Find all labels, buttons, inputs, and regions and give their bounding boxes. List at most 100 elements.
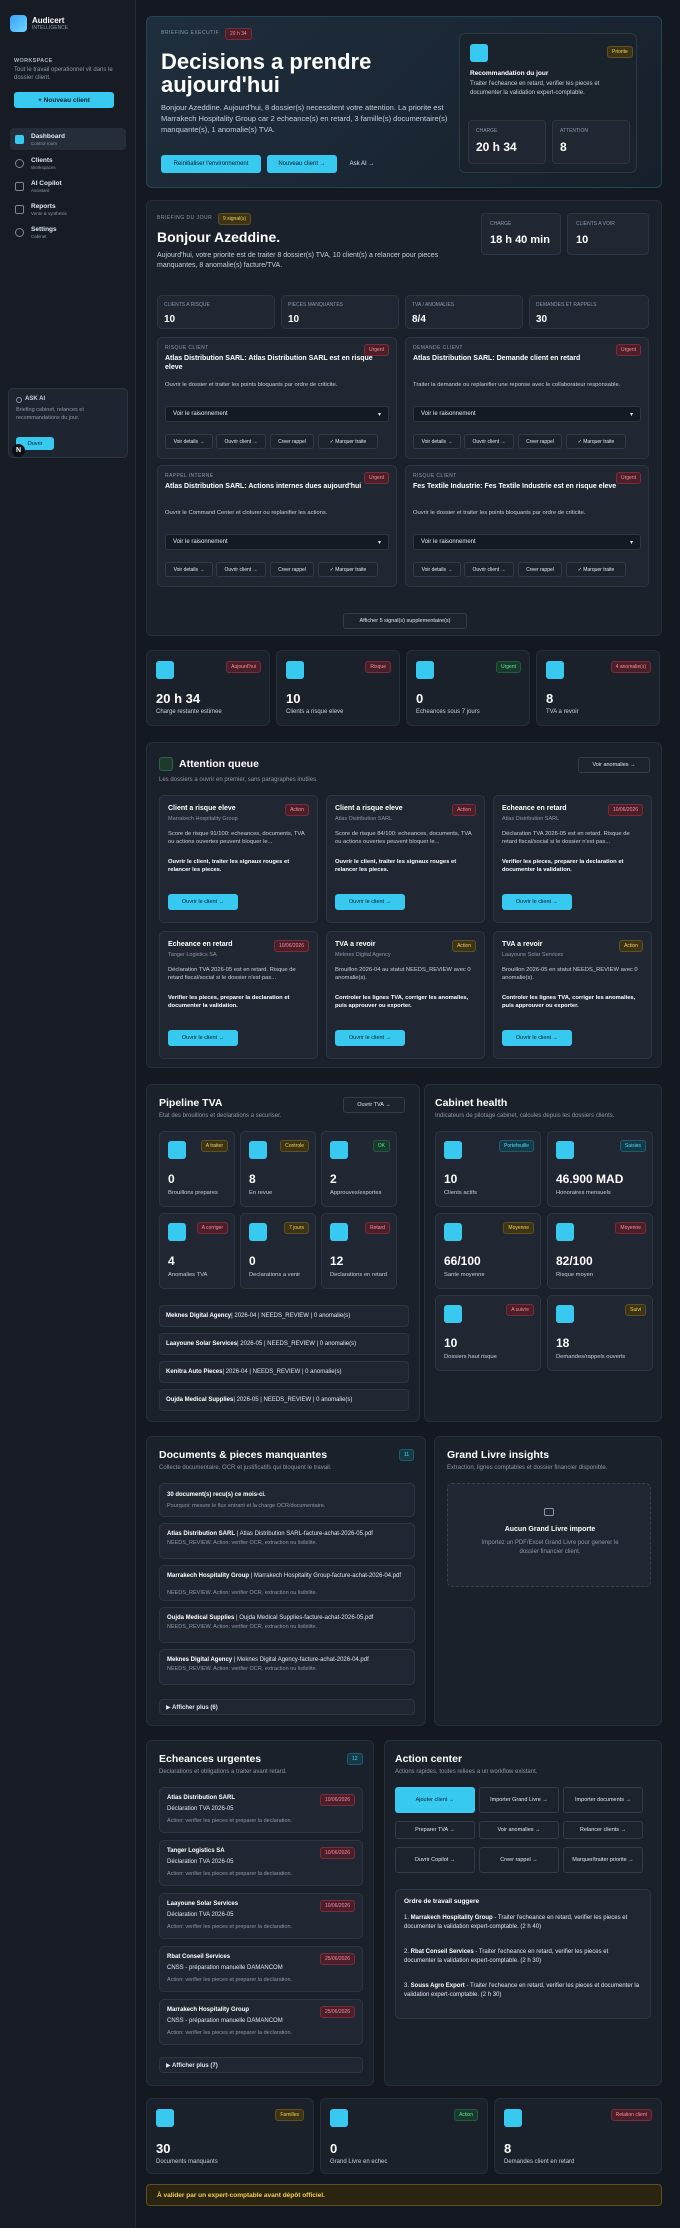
due-item[interactable]: Laayoune Solar Services 10/06/2026 Déclara… xyxy=(159,1893,363,1939)
show-more-due[interactable]: ▶ Afficher plus (7) xyxy=(159,2057,363,2073)
mark-done-button[interactable]: ✓ Marquer traite xyxy=(318,434,378,449)
open-client-button[interactable]: Ouvrir le client → xyxy=(335,1030,405,1046)
create-reminder-button[interactable]: Creer rappel xyxy=(270,434,314,449)
pipeline-row[interactable]: Meknes Digital Agency | 2026-04 | NEEDS_… xyxy=(159,1305,409,1327)
reasoning-label: Voir le raisonnement xyxy=(421,539,476,545)
briefing-label: BRIEFING DU JOUR xyxy=(157,215,213,221)
import-gl-button[interactable]: Importer Grand Livre → xyxy=(479,1787,559,1813)
work-order-card: Ordre de travail suggere 1. Marrakech Ho… xyxy=(395,1889,651,2019)
stat-label: Charge restante estimee xyxy=(156,709,222,715)
open-client-button[interactable]: Ouvrir le client → xyxy=(502,1030,572,1046)
document-name: Marrakech Hospitality Group | Marrakech … xyxy=(167,1572,407,1580)
mark-priority-button[interactable]: Marquer/traiter priorite → xyxy=(563,1847,643,1873)
view-details-button[interactable]: Voir details → xyxy=(413,434,461,449)
stat-value: 30 xyxy=(156,2141,171,2156)
document-file: | Oujda Medical Supplies-facture-achat-2… xyxy=(234,1615,374,1621)
reasoning-toggle[interactable]: Voir le raisonnement ▾ xyxy=(413,406,641,422)
avatar[interactable]: N xyxy=(12,444,25,457)
metric-pill: A suivre xyxy=(506,1304,534,1316)
create-reminder-button[interactable]: Creer rappel → xyxy=(479,1847,559,1873)
pipeline-row[interactable]: Oujda Medical Supplies | 2026-05 | NEEDS… xyxy=(159,1389,409,1411)
metric-icon xyxy=(249,1141,267,1159)
new-client-button[interactable]: Nouveau client → xyxy=(267,155,337,173)
order-number: 1. xyxy=(404,1915,411,1921)
metric-icon xyxy=(556,1223,574,1241)
documents-panel: Documents & pieces manquantes Collecte d… xyxy=(146,1436,426,1726)
reset-environment-button[interactable]: Reinitialiser l'environnement xyxy=(161,155,261,173)
open-client-button[interactable]: Ouvrir le client → xyxy=(168,894,238,910)
stat-value: 10 xyxy=(286,691,301,706)
document-item[interactable]: Oujda Medical Supplies | Oujda Medical S… xyxy=(159,1607,415,1643)
attention-card-title: Client a risque eleve xyxy=(168,805,236,812)
open-client-button[interactable]: Ouvrir client → xyxy=(216,434,266,449)
pipeline-row[interactable]: Laayoune Solar Services | 2026-05 | NEED… xyxy=(159,1333,409,1355)
new-client-button[interactable]: + Nouveau client xyxy=(14,92,114,108)
mark-done-button[interactable]: ✓ Marquer traite xyxy=(566,434,626,449)
stat-icon xyxy=(546,661,564,679)
open-client-button[interactable]: Ouvrir client → xyxy=(216,562,266,577)
nav-sub: Control room xyxy=(31,140,58,146)
sidebar-item-reports[interactable]: Reports Vente & synthesis xyxy=(10,198,126,220)
chevron-down-icon: ▾ xyxy=(629,411,633,418)
signal-desc: Ouvrir le dossier et traiter les points … xyxy=(413,510,586,516)
open-client-button[interactable]: Ouvrir le client → xyxy=(502,894,572,910)
stat-icon xyxy=(156,661,174,679)
attention-card-desc: Déclaration TVA 2026-05 est en retard. R… xyxy=(502,831,630,846)
briefing-text: Aujourd'hui, votre priorite est de trait… xyxy=(157,252,439,270)
mark-done-button[interactable]: ✓ Marquer traite xyxy=(318,562,378,577)
view-anomalies-button[interactable]: Voir anomalies → xyxy=(479,1821,559,1839)
open-client-button[interactable]: Ouvrir client → xyxy=(464,434,514,449)
sidebar-item-settings[interactable]: Settings Cabinet xyxy=(10,221,126,243)
view-details-button[interactable]: Voir details → xyxy=(413,562,461,577)
remind-clients-button[interactable]: Relancer clients → xyxy=(563,1821,643,1839)
reasoning-toggle[interactable]: Voir le raisonnement ▾ xyxy=(165,406,389,422)
show-more-signals-button[interactable]: Afficher 5 signal(s) supplementaire(s) xyxy=(343,613,467,629)
signal-count-pill: 9 signal(s) xyxy=(218,213,252,225)
kpi-label: CLIENTS A RISQUE xyxy=(164,302,210,308)
document-item[interactable]: Meknes Digital Agency | Meknes Digital A… xyxy=(159,1649,415,1685)
kpi-label: PIECES MANQUANTES xyxy=(288,302,344,308)
add-client-button[interactable]: Ajouter client → xyxy=(395,1787,475,1813)
document-item[interactable]: Marrakech Hospitality Group | Marrakech … xyxy=(159,1565,415,1601)
metric-pill: Moyenne xyxy=(503,1222,534,1234)
document-item[interactable]: Atlas Distribution SARL | Atlas Distribu… xyxy=(159,1523,415,1559)
reasoning-toggle[interactable]: Voir le raisonnement ▾ xyxy=(413,534,641,550)
document-client: Oujda Medical Supplies xyxy=(167,1615,235,1621)
gl-title: Grand Livre insights xyxy=(447,1449,550,1461)
open-client-button[interactable]: Ouvrir le client → xyxy=(168,1030,238,1046)
view-details-button[interactable]: Voir details → xyxy=(165,434,213,449)
show-more-documents[interactable]: ▶ Afficher plus (6) xyxy=(159,1699,415,1715)
attention-card-title: TVA a revoir xyxy=(502,941,543,948)
pipeline-subtitle: Etat des brouillons et declarations a se… xyxy=(159,1113,282,1119)
open-client-button[interactable]: Ouvrir client → xyxy=(464,562,514,577)
due-item[interactable]: Marrakech Hospitality Group 25/06/2026 CNS… xyxy=(159,1999,363,2045)
open-tva-button[interactable]: Ouvrir TVA → xyxy=(343,1097,405,1113)
prepare-tva-button[interactable]: Preparer TVA → xyxy=(395,1821,475,1839)
ask-ai-button[interactable]: Ask AI → xyxy=(343,155,381,173)
attention-card-action: Ouvrir le client, traiter les signaux ro… xyxy=(335,859,457,874)
view-details-button[interactable]: Voir details → xyxy=(165,562,213,577)
signal-desc: Ouvrir le dossier et traiter les points … xyxy=(165,382,338,388)
create-reminder-button[interactable]: Creer rappel xyxy=(518,434,562,449)
due-item[interactable]: Rbat Conseil Services 25/06/2026 CNSS - pr… xyxy=(159,1946,363,1992)
sidebar-item-clients[interactable]: Clients Workspaces xyxy=(10,152,126,174)
open-client-button[interactable]: Ouvrir le client → xyxy=(335,894,405,910)
pipeline-row[interactable]: Kenitra Auto Pieces | 2026-04 | NEEDS_RE… xyxy=(159,1361,409,1383)
kpi-value: 10 xyxy=(164,314,176,325)
reasoning-toggle[interactable]: Voir le raisonnement ▾ xyxy=(165,534,389,550)
attention-card-pill: Action xyxy=(452,804,476,816)
due-item[interactable]: Tanger Logistics SA 10/06/2026 Déclaration… xyxy=(159,1840,363,1886)
sidebar-item-ai-copilot[interactable]: AI Copilot Assistant xyxy=(10,175,126,197)
briefing-title: Bonjour Azeddine. xyxy=(157,229,281,245)
metric-pill: OK xyxy=(372,1140,390,1152)
view-anomalies-button[interactable]: Voir anomalies → xyxy=(578,757,650,773)
nav-label: Clients xyxy=(31,156,53,164)
import-documents-button[interactable]: Importer documents → xyxy=(563,1787,643,1813)
create-reminder-button[interactable]: Creer rappel xyxy=(518,562,562,577)
due-item[interactable]: Atlas Distribution SARL 10/06/2026 Déclara… xyxy=(159,1787,363,1833)
create-reminder-button[interactable]: Creer rappel xyxy=(270,562,314,577)
metric-value: 18 xyxy=(556,1336,570,1350)
open-copilot-button[interactable]: Ouvrir Copilot → xyxy=(395,1847,475,1873)
sidebar-item-dashboard[interactable]: Dashboard Control room xyxy=(10,128,126,150)
mark-done-button[interactable]: ✓ Marquer traite xyxy=(566,562,626,577)
